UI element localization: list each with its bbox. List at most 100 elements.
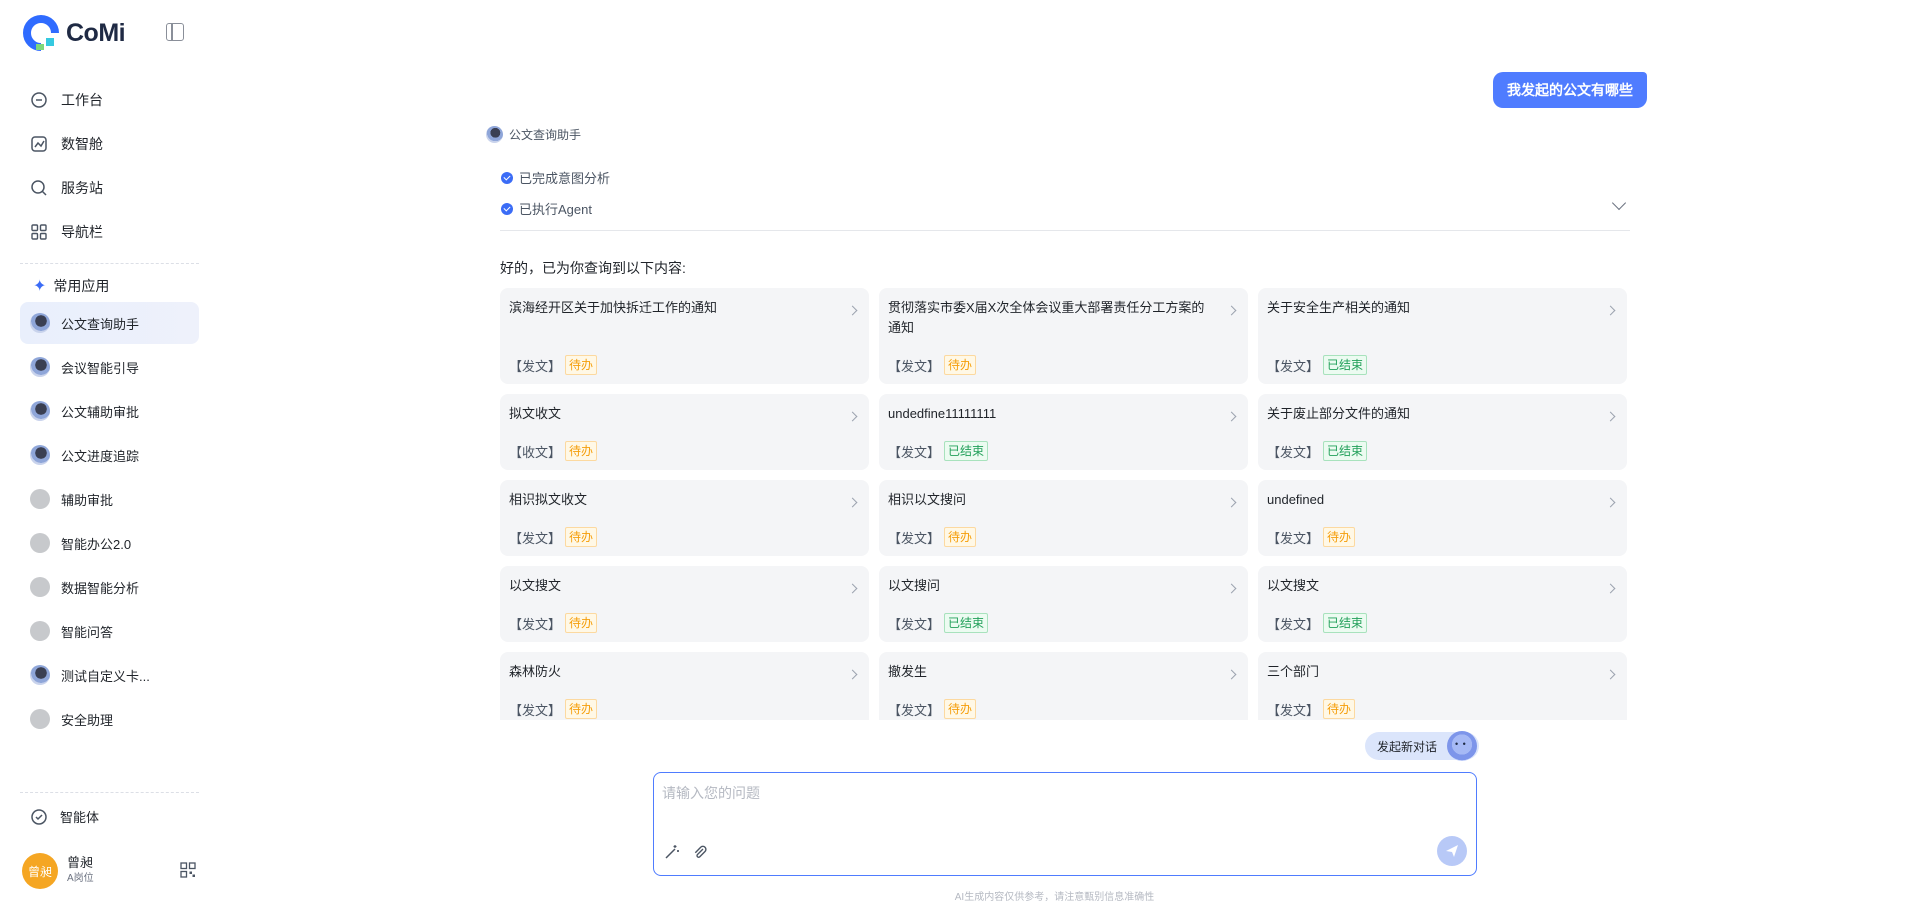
divider	[20, 263, 199, 264]
app-item[interactable]: 公文进度追踪	[20, 434, 199, 476]
status-badge: 已结束	[1323, 355, 1368, 375]
app-avatar	[30, 357, 50, 377]
send-button[interactable]	[1437, 836, 1467, 866]
nav-label: 数智舱	[61, 136, 103, 152]
card-meta: 【发文】 已结束	[888, 441, 1239, 461]
status-badge: 已结束	[1323, 441, 1368, 461]
card-title: 关于废止部分文件的通知	[1267, 406, 1411, 421]
app-item[interactable]: 公文辅助审批	[20, 390, 199, 432]
main-nav: 工作台 数智舱 服务站 导航栏	[20, 78, 200, 254]
card-title: undedfine11111111	[888, 406, 997, 421]
app-item[interactable]: 测试自定义卡...	[20, 654, 199, 696]
status-badge: 待办	[565, 527, 598, 547]
result-grid: 滨海经开区关于加快拆迁工作的通知 【发文】 待办 贯彻落实市委X届X次全体会议重大部署…	[500, 288, 1630, 720]
card-title: 相识以文搜问	[888, 492, 967, 507]
result-card[interactable]: 拟文收文 【收文】 待办	[500, 394, 869, 470]
status-badge: 待办	[1323, 699, 1356, 719]
app-item[interactable]: 智能问答	[20, 610, 199, 652]
status-badge: 已结束	[944, 441, 989, 461]
status-badge: 待办	[565, 699, 598, 719]
doc-type: 【发文】	[1267, 444, 1320, 460]
bot-avatar-icon[interactable]	[1447, 731, 1477, 761]
nav-item-navbar[interactable]: 导航栏	[20, 210, 200, 254]
chevron-down-icon[interactable]	[1611, 195, 1627, 211]
magic-wand-icon[interactable]	[663, 843, 681, 861]
card-title: 森林防火	[509, 664, 562, 679]
section-title: ✦ 常用应用	[33, 278, 110, 295]
doc-type: 【发文】	[888, 702, 941, 718]
result-card[interactable]: 关于废止部分文件的通知 【发文】 已结束	[1258, 394, 1627, 470]
status-badge: 待办	[944, 527, 977, 547]
result-card[interactable]: 以文搜文 【发文】 已结束	[1258, 566, 1627, 642]
step-agent[interactable]: 已执行Agent	[501, 199, 592, 218]
sparkle-icon: ✦	[33, 278, 47, 295]
result-card[interactable]: 三个部门【发文】 待办	[1258, 652, 1627, 720]
doc-type: 【发文】	[509, 358, 562, 374]
app-avatar	[30, 533, 50, 553]
chat-input[interactable]	[662, 783, 1462, 823]
check-circle-icon	[501, 171, 513, 184]
app-item[interactable]: 安全助理	[20, 698, 199, 740]
search-icon	[30, 179, 48, 197]
app-item[interactable]: 智能办公2.0	[20, 522, 199, 564]
avatar: 曾昶	[22, 853, 58, 889]
status-badge: 待办	[1323, 527, 1356, 547]
result-card[interactable]: 森林防火【发文】 待办	[500, 652, 869, 720]
disclaimer: AI生成内容仅供参考，请注意甄别信息准确性	[954, 892, 1155, 903]
app-avatar	[30, 401, 50, 421]
doc-type: 【发文】	[1267, 702, 1320, 718]
card-title: 以文搜文	[1267, 578, 1320, 593]
sidebar-toggle-icon[interactable]	[166, 23, 184, 41]
divider	[500, 230, 1630, 231]
result-card[interactable]: 关于安全生产相关的通知 【发文】 已结束	[1258, 288, 1627, 384]
card-meta: 【发文】 待办	[888, 699, 1239, 719]
card-title: 相识拟文收文	[509, 492, 588, 507]
app-item[interactable]: 辅助审批	[20, 478, 199, 520]
app-avatar	[30, 665, 50, 685]
app-avatar	[30, 709, 50, 729]
doc-type: 【发文】	[1267, 358, 1320, 374]
result-card[interactable]: undedfine11111111 【发文】 已结束	[879, 394, 1248, 470]
assistant-avatar	[486, 126, 503, 143]
nav-item-data-cabin[interactable]: 数智舱	[20, 122, 200, 166]
result-card[interactable]: 滨海经开区关于加快拆迁工作的通知【发文】 待办	[500, 288, 869, 384]
card-meta: 【发文】 待办	[509, 355, 860, 375]
workbench-icon	[30, 91, 48, 109]
app-item[interactable]: 公文查询助手	[20, 302, 199, 344]
status-badge: 已结束	[1323, 613, 1368, 633]
grid-icon	[30, 223, 48, 241]
app-avatar	[30, 577, 50, 597]
nav-item-workbench[interactable]: 工作台	[20, 78, 200, 122]
card-title: 滨海经开区关于加快拆迁工作的通知	[509, 300, 718, 315]
result-card[interactable]: 以文搜文 【发文】 待办	[500, 566, 869, 642]
status-badge: 待办	[944, 355, 977, 375]
result-card[interactable]: 相识拟文收文 【发文】 待办	[500, 480, 869, 556]
logo-text: CoMi	[66, 18, 126, 47]
attachment-icon[interactable]	[691, 843, 709, 861]
app-item[interactable]: 会议智能引导	[20, 346, 199, 388]
doc-type: 【发文】	[1267, 530, 1320, 546]
assistant-name: 公文查询助手	[509, 128, 582, 142]
status-badge: 待办	[565, 613, 598, 633]
qr-code-icon[interactable]	[180, 862, 196, 878]
logo[interactable]: CoMi	[22, 14, 126, 52]
status-badge: 待办	[944, 699, 977, 719]
result-card[interactable]: 贯彻落实市委X届X次全体会议重大部署责任分工方案的通知 【发文】 待办	[879, 288, 1248, 384]
result-card[interactable]: 以文搜问 【发文】 已结束	[879, 566, 1248, 642]
nav-item-agent[interactable]: 智能体	[30, 807, 99, 826]
user-profile[interactable]: 曾昶 曾昶 A岗位	[22, 853, 94, 889]
card-title: 三个部门	[1267, 664, 1320, 679]
card-title: 拟文收文	[509, 406, 562, 421]
result-card[interactable]: 撤发生 【发文】 待办	[879, 652, 1248, 720]
nav-item-service[interactable]: 服务站	[20, 166, 200, 210]
doc-type: 【发文】	[509, 702, 562, 718]
doc-type: 【发文】	[888, 444, 941, 460]
chart-icon	[30, 135, 48, 153]
app-item[interactable]: 数据智能分析	[20, 566, 199, 608]
card-meta: 【发文】 待办	[888, 355, 1239, 375]
result-card[interactable]: 相识以文搜问 【发文】 待办	[879, 480, 1248, 556]
nav-label: 工作台	[61, 92, 103, 108]
result-card[interactable]: undefined 【发文】 待办	[1258, 480, 1627, 556]
agent-icon	[30, 808, 48, 826]
doc-type: 【发文】	[888, 616, 941, 632]
